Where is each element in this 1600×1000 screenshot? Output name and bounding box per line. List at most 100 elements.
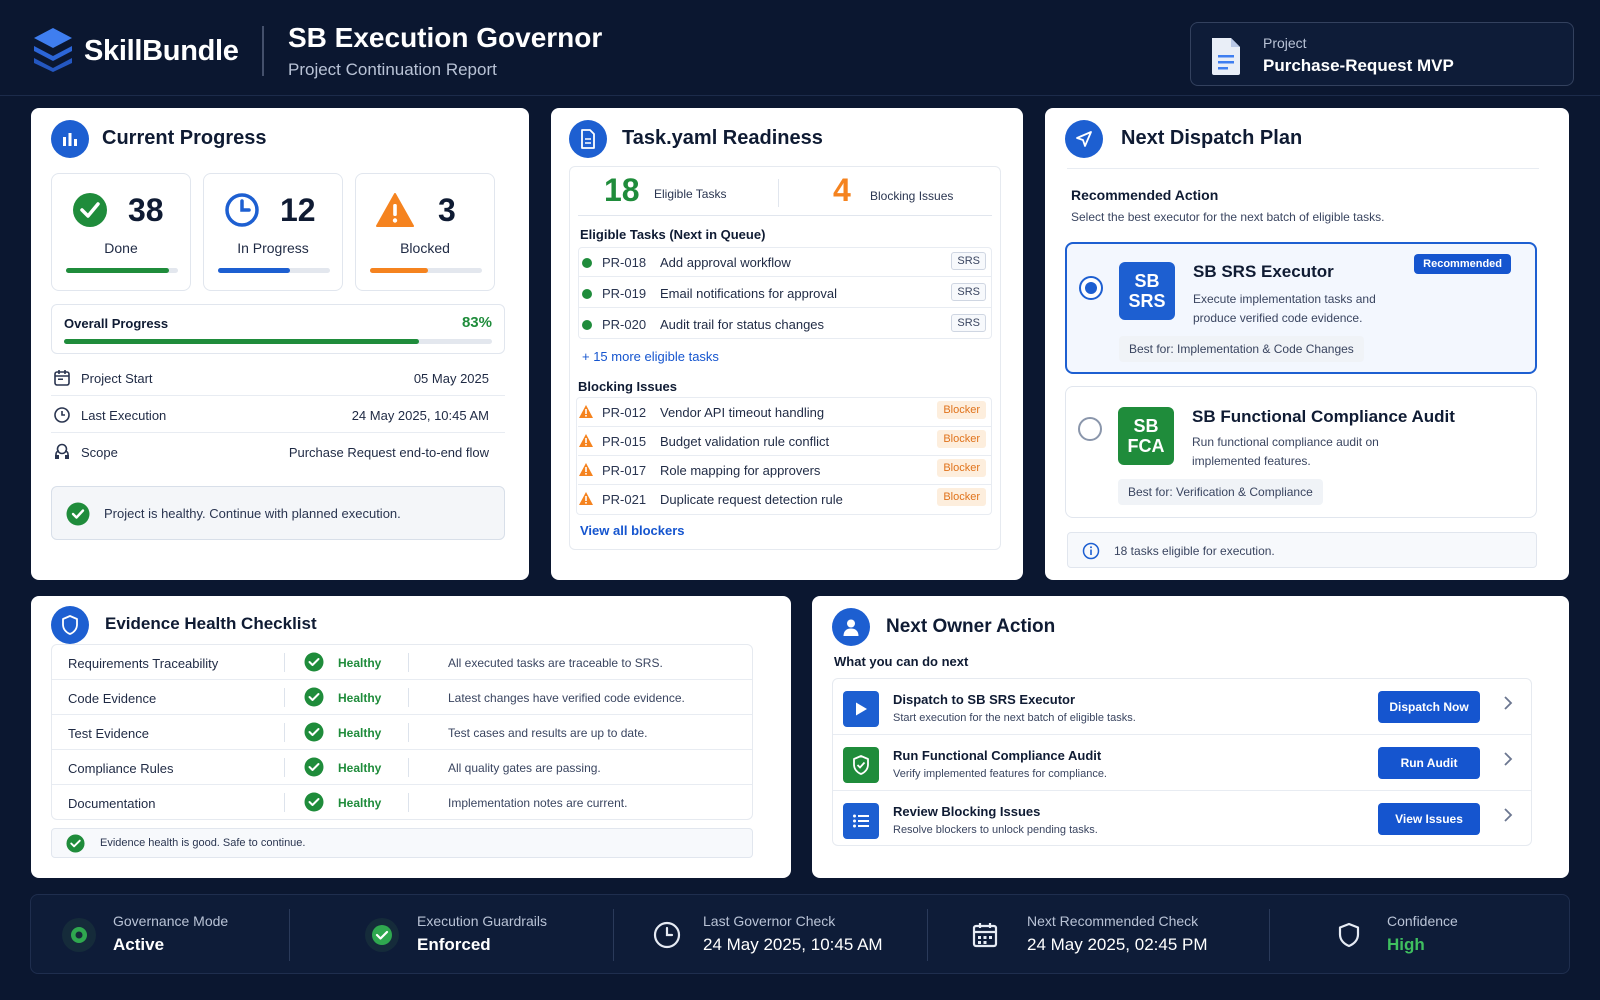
radio-selected[interactable] <box>1079 276 1103 300</box>
action-row-issues[interactable]: Review Blocking Issues Resolve blockers … <box>833 791 1531 847</box>
evidence-name: Code Evidence <box>68 691 157 706</box>
stack-logo-icon <box>32 26 74 77</box>
radio-unselected[interactable] <box>1078 417 1102 441</box>
footer-value: High <box>1387 935 1425 954</box>
health-text: Project is healthy. Continue with planne… <box>104 506 401 521</box>
footer-value: Active <box>113 935 165 954</box>
column-divider <box>408 688 409 707</box>
check-circle-icon <box>304 792 324 815</box>
footer-label: Last Governor Check <box>703 913 836 929</box>
executor-option-fca[interactable]: SB FCA SB Functional Compliance Audit Run… <box>1065 386 1537 518</box>
task-title: Duplicate request detection rule <box>660 492 843 507</box>
footer-value: 24 May 2025, 10:45 AM <box>703 935 883 954</box>
status-dot-icon <box>582 258 592 268</box>
radio-dot <box>1085 282 1097 294</box>
project-selector[interactable]: Project Purchase-Request MVP <box>1190 22 1574 86</box>
detail-value: 05 May 2025 <box>413 371 489 386</box>
readiness-panel: 18 Eligible Tasks 4 Blocking Issues Elig… <box>569 166 1001 550</box>
column-divider <box>408 793 409 812</box>
blocker-row[interactable]: PR-015 Budget validation rule conflict B… <box>578 426 992 456</box>
task-tag: SRS <box>951 252 986 270</box>
evidence-status: Healthy <box>338 796 382 810</box>
footer-label: Confidence <box>1387 913 1458 929</box>
shield-icon <box>1331 917 1367 958</box>
clock-icon <box>649 917 685 958</box>
evidence-name: Compliance Rules <box>68 761 174 776</box>
action-row-dispatch[interactable]: Dispatch to SB SRS Executor Start execut… <box>833 679 1531 735</box>
evidence-status: Healthy <box>338 726 382 740</box>
evidence-description: Implementation notes are current. <box>448 796 628 810</box>
logo-line-1: SB <box>1134 271 1160 291</box>
view-issues-button[interactable]: View Issues <box>1378 803 1480 835</box>
page-title: SB Execution Governor <box>288 22 603 53</box>
task-id: PR-019 <box>602 286 647 301</box>
footer-divider <box>289 909 290 961</box>
overall-progress-fill <box>64 339 420 344</box>
eligible-task-row[interactable]: PR-019 Email notifications for approval … <box>578 278 992 308</box>
evidence-description: Latest changes have verified code eviden… <box>448 691 685 705</box>
owner-action-card: Next Owner Action What you can do next D… <box>812 596 1569 878</box>
page-subtitle: Project Continuation Report <box>288 60 497 79</box>
evidence-summary-text: Evidence health is good. Safe to continu… <box>100 837 306 849</box>
warning-icon <box>578 491 594 509</box>
run-audit-button[interactable]: Run Audit <box>1378 747 1480 779</box>
executor-option-srs[interactable]: SB SRS SB SRS Executor Execute implementa… <box>1065 242 1537 374</box>
user-icon <box>832 608 870 646</box>
blocker-tag: Blocker <box>937 401 986 419</box>
blocker-row[interactable]: PR-021 Duplicate request detection rule … <box>578 484 992 514</box>
column-divider <box>284 758 285 777</box>
blocker-row[interactable]: PR-012 Vendor API timeout handling Block… <box>578 397 992 427</box>
eligible-task-row[interactable]: PR-018 Add approval workflow SRS <box>578 247 992 277</box>
blocked-bar <box>370 268 482 273</box>
card-title: Evidence Health Checklist <box>105 614 317 633</box>
detail-last-execution: Last Execution 24 May 2025, 10:45 AM <box>51 397 505 433</box>
bar-chart-icon <box>51 120 89 158</box>
chevron-right-icon[interactable] <box>1503 751 1513 772</box>
blocking-count: 4 <box>833 172 851 208</box>
action-row-audit[interactable]: Run Functional Compliance Audit Verify i… <box>833 735 1531 791</box>
footer-label: Next Recommended Check <box>1027 913 1199 929</box>
more-eligible-link[interactable]: + 15 more eligible tasks <box>582 349 719 364</box>
detail-value: Purchase Request end-to-end flow <box>288 445 489 460</box>
executor-description: Execute implementation tasks and produce… <box>1193 292 1376 325</box>
task-id: PR-017 <box>602 463 647 478</box>
action-title: Run Functional Compliance Audit <box>893 748 1102 763</box>
header-divider <box>262 26 264 76</box>
blocker-row[interactable]: PR-017 Role mapping for approvers Blocke… <box>578 455 992 485</box>
logo-line-2: FCA <box>1127 436 1165 456</box>
view-all-blockers-link[interactable]: View all blockers <box>580 523 685 538</box>
eligible-info-box: 18 tasks eligible for execution. <box>1067 532 1537 568</box>
card-title: Next Owner Action <box>886 616 1056 637</box>
detail-label: Last Execution <box>81 408 167 423</box>
executor-description: Run functional compliance audit on imple… <box>1192 435 1379 468</box>
detail-label: Scope <box>81 445 118 460</box>
footer-value: Enforced <box>417 935 491 954</box>
footer-divider <box>1269 909 1270 961</box>
evidence-row: Code Evidence Healthy Latest changes hav… <box>52 680 752 715</box>
brand-logo[interactable]: SkillBundle <box>32 26 239 77</box>
divider <box>578 215 992 216</box>
chevron-right-icon[interactable] <box>1503 807 1513 828</box>
task-title: Role mapping for approvers <box>660 463 821 478</box>
blocker-tag: Blocker <box>937 459 986 477</box>
evidence-description: Test cases and results are up to date. <box>448 726 648 740</box>
dispatch-now-button[interactable]: Dispatch Now <box>1378 691 1480 723</box>
blocking-heading: Blocking Issues <box>578 379 677 394</box>
recommended-heading: Recommended Action <box>1071 187 1219 203</box>
list-icon <box>843 803 879 839</box>
evidence-table: Requirements Traceability Healthy All ex… <box>51 644 753 820</box>
evidence-row: Requirements Traceability Healthy All ex… <box>52 645 752 680</box>
eligible-task-row[interactable]: PR-020 Audit trail for status changes SR… <box>578 309 992 339</box>
shield-check-icon <box>843 747 879 783</box>
clock-icon <box>224 192 260 233</box>
done-count: 38 <box>128 192 164 228</box>
blocker-tag: Blocker <box>937 488 986 506</box>
executor-name: SB Functional Compliance Audit <box>1192 407 1455 426</box>
warning-icon <box>578 462 594 480</box>
done-progress-bar <box>66 268 178 273</box>
eligible-info-text: 18 tasks eligible for execution. <box>1114 544 1275 558</box>
logo-line-2: SRS <box>1128 291 1166 311</box>
current-progress-card: Current Progress 38 Done 12 In Progress … <box>31 108 529 580</box>
best-for-tag: Best for: Verification & Compliance <box>1118 479 1323 505</box>
chevron-right-icon[interactable] <box>1503 695 1513 716</box>
